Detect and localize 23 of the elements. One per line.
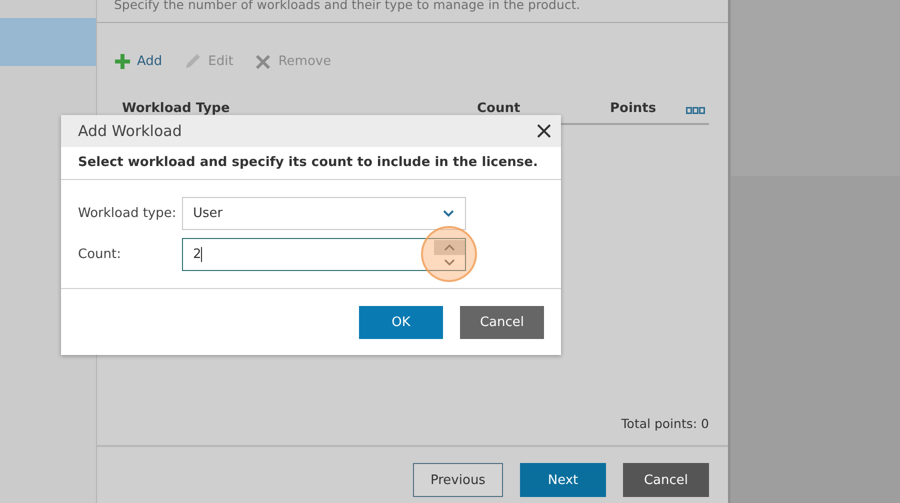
column-header[interactable]: Workload Type: [122, 101, 230, 116]
pencil-icon: [184, 53, 202, 70]
workload-type-dropdown[interactable]: User: [182, 197, 466, 230]
close-icon[interactable]: [537, 124, 551, 138]
dialog-subtitle: Select workload and specify its count to include in the license.: [78, 155, 538, 170]
chevron-down-icon: [443, 210, 454, 217]
next-button[interactable]: Next: [520, 463, 606, 497]
cancel-button[interactable]: Cancel: [460, 306, 544, 339]
total-points: Total points: 0: [621, 416, 709, 431]
previous-button[interactable]: Previous: [413, 463, 503, 497]
plus-icon: [115, 54, 130, 69]
column-header[interactable]: Count: [477, 101, 520, 116]
count-input-field[interactable]: 2: [182, 238, 466, 271]
dialog-title: Add Workload: [78, 122, 182, 140]
ok-button[interactable]: OK: [359, 306, 443, 339]
field-label: Workload type:: [78, 206, 178, 221]
close-icon: [255, 54, 272, 70]
cancel-button[interactable]: Cancel: [623, 463, 709, 497]
chevron-up-icon[interactable]: [434, 240, 465, 254]
columns-icon[interactable]: [686, 107, 705, 114]
add-button[interactable]: Add: [115, 53, 162, 70]
field-label: Count:: [78, 247, 122, 262]
column-header[interactable]: Points: [610, 101, 656, 116]
